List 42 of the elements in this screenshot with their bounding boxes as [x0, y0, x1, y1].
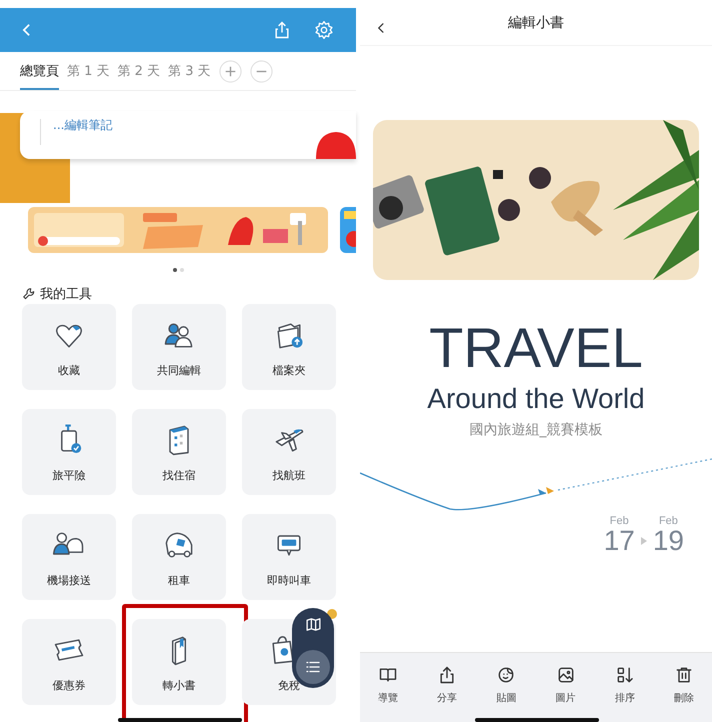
tool-tile[interactable]: 收藏 — [22, 304, 116, 390]
tool-tile[interactable]: 即時叫車 — [242, 514, 336, 600]
cover-title: TRAVEL — [429, 320, 643, 376]
page-title: 編輯小書 — [508, 14, 564, 32]
day-tab[interactable]: 第 2 天 — [118, 52, 160, 90]
day-tab[interactable]: 總覽頁 — [20, 52, 59, 90]
tool-tile[interactable]: 轉小書 — [132, 619, 226, 705]
start-month: Feb — [610, 514, 629, 527]
cover-subtitle: Around the World — [427, 384, 645, 415]
edit-note-link[interactable]: ...編輯筆記 — [53, 117, 112, 134]
arrow-icon — [640, 536, 647, 545]
toolbar-button[interactable]: 貼圖 — [486, 665, 526, 722]
end-day: 19 — [652, 526, 684, 555]
tool-tile[interactable]: 共同編輯 — [132, 304, 226, 390]
wrench-icon — [22, 286, 36, 300]
toolbar-button[interactable]: 導覽 — [368, 665, 408, 722]
toolbar-button[interactable]: 排序 — [604, 665, 645, 722]
section-title: 我的工具 — [40, 286, 92, 302]
tool-tile[interactable]: 機場接送 — [22, 514, 116, 600]
tool-tile[interactable]: 旅平險 — [22, 409, 116, 495]
back-icon[interactable] — [377, 22, 385, 34]
trash-icon — [674, 665, 694, 685]
map-icon[interactable] — [304, 616, 322, 633]
toolbar-button[interactable]: 分享 — [427, 665, 468, 722]
start-day: 17 — [604, 526, 635, 555]
end-month: Feb — [658, 514, 678, 527]
mascot-drawing — [316, 129, 356, 159]
image-icon — [556, 665, 576, 685]
settings-icon[interactable] — [314, 20, 334, 40]
tool-tile[interactable]: 檔案夾 — [242, 304, 336, 390]
tool-tile[interactable]: 找住宿 — [132, 409, 226, 495]
tool-tile[interactable]: 租車 — [132, 514, 226, 600]
sticker-icon — [496, 665, 516, 685]
day-tab[interactable]: 第 1 天 — [67, 52, 110, 90]
toolbar-button[interactable]: 圖片 — [546, 665, 586, 722]
add-icon[interactable] — [218, 60, 242, 82]
toolbar-button[interactable]: 刪除 — [664, 665, 704, 722]
cover-caption: 國內旅遊組_競賽模板 — [470, 420, 602, 439]
day-tab[interactable]: 第 3 天 — [168, 52, 211, 90]
sort-icon — [614, 665, 635, 685]
tool-tile[interactable]: 找航班 — [242, 409, 336, 495]
tool-tile[interactable]: 優惠券 — [22, 619, 116, 705]
